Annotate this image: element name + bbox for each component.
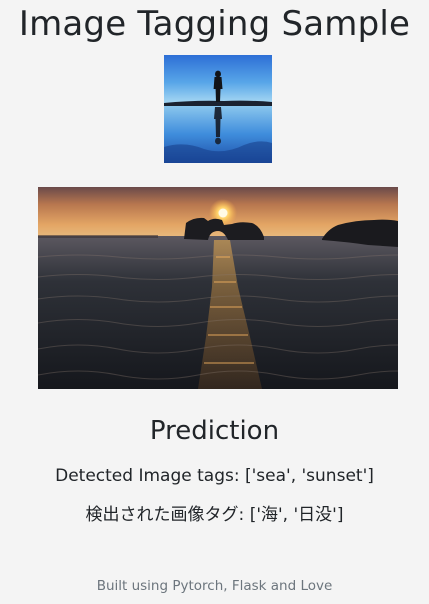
detected-tags-ja: 検出された画像タグ: ['海', '日没']	[0, 503, 429, 527]
prediction-heading: Prediction	[149, 416, 280, 446]
detected-tags-ja-label: 検出された画像タグ:	[85, 505, 245, 525]
detected-tags-ja-value: ['海', '日没']	[249, 505, 344, 525]
footer-text: Built using Pytorch, Flask and Love	[96, 578, 333, 594]
main-image	[38, 187, 398, 389]
page-title: Image Tagging Sample	[18, 4, 411, 44]
thumbnail-image	[164, 55, 272, 163]
detected-tags-en-label: Detected Image tags:	[55, 466, 240, 486]
detected-tags-en: Detected Image tags: ['sea', 'sunset']	[0, 464, 429, 488]
detected-tags-en-value: ['sea', 'sunset']	[244, 466, 374, 486]
